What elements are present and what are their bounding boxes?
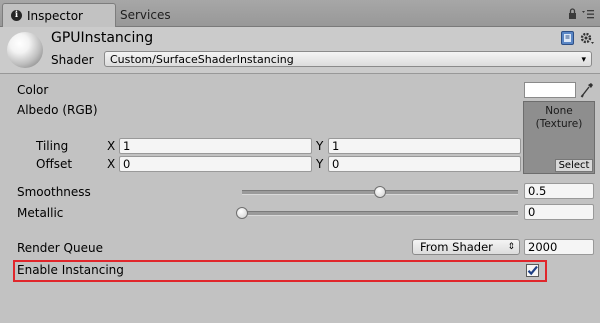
albedo-label: Albedo (RGB) [17,103,98,117]
chevron-down-icon: ▾ [581,55,586,65]
eyedropper-icon[interactable] [580,82,594,101]
book-icon[interactable] [561,31,574,48]
albedo-texture-slot[interactable]: None (Texture) Select [523,101,595,174]
tab-bar: i Inspector Services [0,0,600,27]
color-swatch[interactable] [524,82,576,98]
material-header: GPUInstancing Shader Custom/SurfaceShade… [0,27,600,74]
render-queue-label: Render Queue [17,241,103,255]
shader-label: Shader [51,53,94,67]
material-preview-sphere [7,32,43,68]
metallic-label: Metallic [17,206,64,220]
enable-instancing-checkbox[interactable] [526,264,539,277]
checkmark-icon [527,265,538,276]
tiling-x-field[interactable]: 1 [119,138,312,154]
shader-dropdown[interactable]: Custom/SurfaceShaderInstancing ▾ [104,51,592,67]
tiling-y-field[interactable]: 1 [328,138,521,154]
render-queue-dropdown[interactable]: From Shader ⇕ [412,239,520,255]
metallic-slider-track[interactable] [242,211,518,216]
smoothness-slider-thumb[interactable] [374,186,386,198]
enable-instancing-label: Enable Instancing [17,263,124,277]
texture-none-text: None (Texture) [535,105,583,130]
tab-inspector[interactable]: i Inspector [2,3,116,27]
material-name: GPUInstancing [51,30,154,46]
metallic-slider-thumb[interactable] [236,207,248,219]
offset-x-field[interactable]: 0 [119,156,312,172]
offset-y-field[interactable]: 0 [328,156,521,172]
lock-icon[interactable] [568,8,577,22]
info-icon: i [11,10,22,21]
updown-arrow-icon: ⇕ [507,242,515,252]
gear-icon[interactable] [580,31,595,48]
offset-y-label: Y [316,157,324,171]
render-queue-dropdown-value: From Shader [420,240,493,254]
smoothness-field[interactable]: 0.5 [524,183,594,199]
menu-icon[interactable] [582,8,594,22]
smoothness-label: Smoothness [17,185,91,199]
metallic-field[interactable]: 0 [524,204,594,220]
color-label: Color [17,83,49,97]
render-queue-field[interactable]: 2000 [524,239,594,255]
tiling-label: Tiling [36,139,69,153]
offset-label: Offset [36,157,73,171]
tiling-y-label: Y [316,139,324,153]
tab-services[interactable]: Services [112,3,220,26]
tiling-x-label: X [107,139,116,153]
tab-inspector-label: Inspector [27,8,83,23]
offset-x-label: X [107,157,116,171]
tab-services-label: Services [120,7,171,22]
shader-value: Custom/SurfaceShaderInstancing [110,53,294,66]
texture-select-button[interactable]: Select [555,159,593,172]
